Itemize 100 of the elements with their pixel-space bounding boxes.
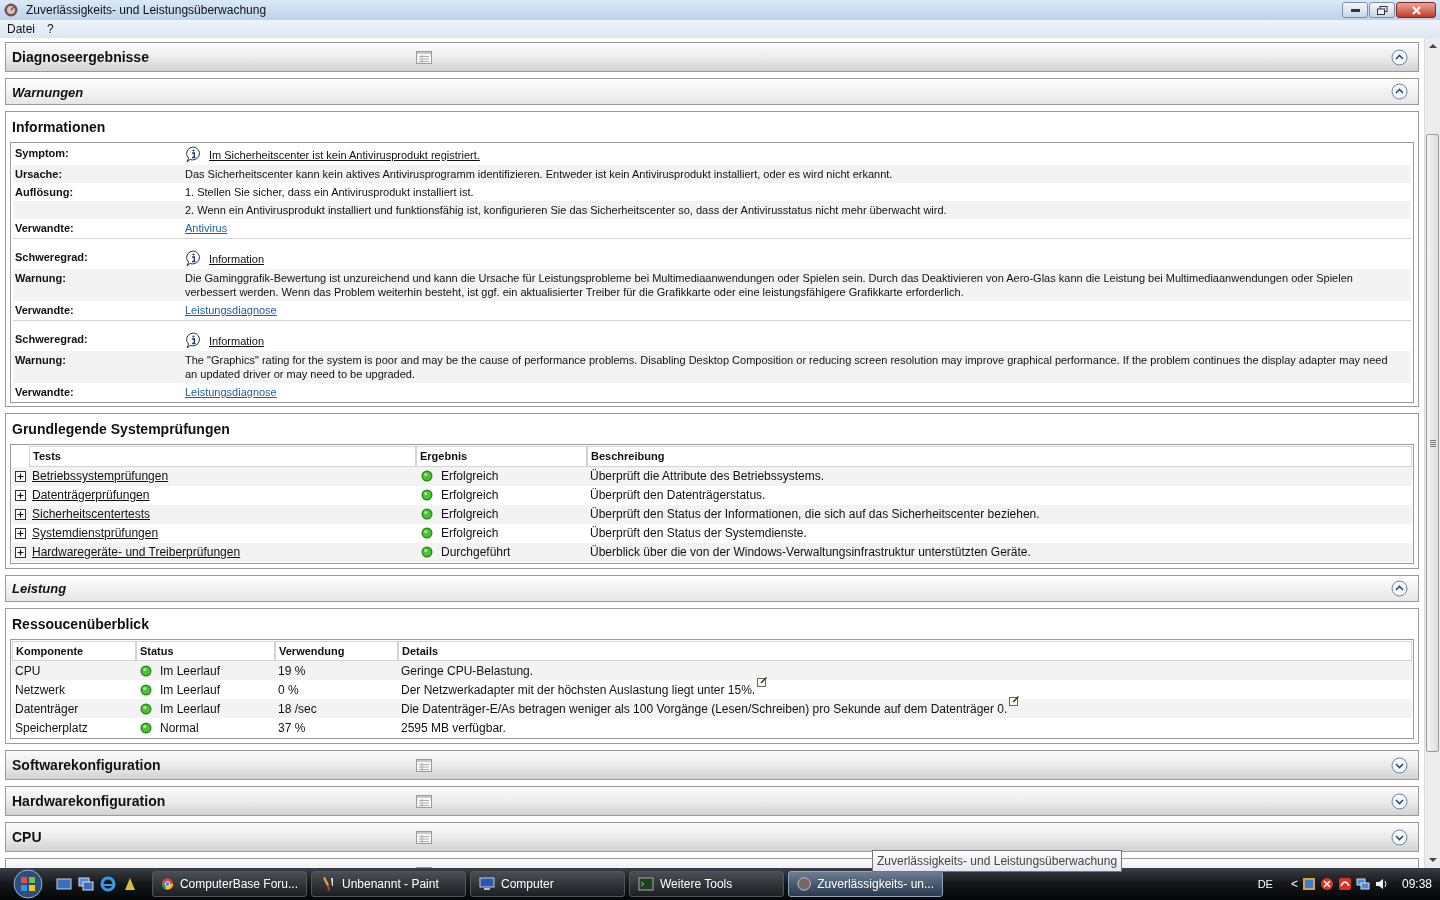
- taskbar-button[interactable]: Weitere Tools: [629, 871, 784, 897]
- status-dot-icon: [421, 508, 433, 520]
- panel-title: Ressoucenüberblick: [11, 614, 150, 634]
- status-dot-icon: [140, 664, 152, 677]
- scrollbar[interactable]: [1424, 38, 1440, 868]
- desktop-icon[interactable]: [56, 876, 72, 892]
- table-icon: [416, 830, 432, 844]
- symptom-link[interactable]: Information: [209, 333, 265, 348]
- expand-icon[interactable]: [15, 546, 26, 558]
- edit-note-icon[interactable]: [1009, 694, 1021, 706]
- maximize-button[interactable]: [1369, 2, 1395, 18]
- field-label: Ursache:: [15, 168, 63, 180]
- status-dot-icon: [421, 527, 433, 539]
- result-text: Erfolgreich: [441, 487, 499, 504]
- related-link[interactable]: Leistungsdiagnose: [185, 385, 277, 399]
- console-icon: [638, 876, 654, 892]
- test-link[interactable]: Systemdienstprüfungen: [32, 526, 159, 540]
- windows-switch-icon[interactable]: [78, 876, 94, 892]
- symptom-link[interactable]: Information: [209, 251, 265, 266]
- status-dot-icon: [421, 470, 433, 482]
- edit-note-icon[interactable]: [757, 675, 769, 687]
- section-title: Leistung: [12, 581, 67, 596]
- details-text: Geringe CPU-Belastung.: [401, 662, 534, 680]
- test-link[interactable]: Betriebssystemprüfungen: [32, 469, 169, 483]
- taskbar-button[interactable]: Unbenannt - Paint: [311, 871, 466, 897]
- status-dot-icon: [140, 683, 152, 696]
- test-link[interactable]: Sicherheitscentertests: [32, 507, 151, 521]
- minimize-icon: [1350, 8, 1360, 12]
- result-text: Erfolgreich: [441, 506, 499, 523]
- test-link[interactable]: Hardwaregeräte- und Treiberprüfungen: [32, 545, 241, 559]
- collapse-icon[interactable]: [1391, 579, 1408, 597]
- status-dot-icon: [421, 489, 433, 501]
- expand-icon[interactable]: [1391, 828, 1408, 846]
- info-icon: [185, 250, 202, 267]
- table-icon: [416, 758, 432, 772]
- restore-icon: [1376, 5, 1388, 15]
- description-text: Überprüft den Datenträgerstatus.: [590, 488, 766, 502]
- component-name: Speicherplatz: [15, 720, 88, 735]
- collapse-icon[interactable]: [1391, 83, 1408, 100]
- tray-expand-button[interactable]: <: [1290, 875, 1298, 893]
- menu-item[interactable]: Datei: [7, 20, 35, 38]
- related-link[interactable]: Leistungsdiagnose: [185, 303, 277, 317]
- details-text: Der Netzwerkadapter mit der höchsten Auslastung liegt unter 15%.: [401, 681, 756, 699]
- status-text: Normal: [160, 719, 199, 737]
- warning-icon[interactable]: [1319, 877, 1334, 891]
- result-text: Erfolgreich: [441, 468, 499, 485]
- section-header[interactable]: Diagnoseergebnisse: [5, 42, 1419, 72]
- section-title: Diagnoseergebnisse: [12, 49, 149, 65]
- launcher-icon[interactable]: [122, 876, 138, 892]
- taskbar-button[interactable]: Computer: [470, 871, 625, 897]
- info-icon: [185, 146, 202, 163]
- related-link[interactable]: Antivirus: [185, 221, 228, 235]
- field-value: Das Sicherheitscenter kann kein aktives Antivirusprogramm identifizieren. Entweder ist kein Antivirusprodukt installiert, oder es wird nicht erkannt.: [185, 167, 893, 181]
- section-header[interactable]: Softwarekonfiguration: [5, 750, 1419, 780]
- section-title: Warnungen: [12, 84, 84, 100]
- section-header[interactable]: CPU: [5, 822, 1419, 852]
- field-value: 1. Stellen Sie sicher, dass ein Antivirusprodukt installiert ist.: [185, 185, 474, 199]
- field-label: Auflösung:: [15, 186, 74, 198]
- usage-value: 37 %: [278, 720, 306, 735]
- expand-icon[interactable]: [15, 508, 26, 520]
- symptom-link[interactable]: Im Sicherheitscenter ist kein Antivirusprodukt registriert.: [209, 147, 480, 162]
- status-dot-icon: [140, 721, 152, 734]
- description-text: Überprüft den Status der Informationen, die sich auf das Sicherheitscenter beziehen.: [590, 507, 1040, 521]
- minimize-button[interactable]: [1342, 2, 1368, 18]
- section-header[interactable]: Leistung: [5, 574, 1419, 602]
- brush-icon: [320, 876, 336, 892]
- expand-icon[interactable]: [15, 470, 26, 482]
- expand-icon[interactable]: [1391, 756, 1408, 774]
- usage-value: 19 %: [278, 663, 306, 678]
- expand-icon[interactable]: [1391, 792, 1408, 810]
- field-label: Warnung:: [15, 272, 66, 284]
- expand-icon[interactable]: [15, 489, 26, 501]
- table-icon: [416, 50, 432, 64]
- details-text: 2595 MB verfügbar.: [401, 719, 506, 737]
- column-header: Ergebnis: [416, 446, 587, 467]
- usage-value: 18 /sec: [278, 701, 317, 716]
- component-name: Datenträger: [15, 701, 79, 716]
- status-dot-icon: [421, 546, 433, 558]
- taskbar-button[interactable]: ComputerBase Foru...: [152, 871, 307, 897]
- browser-icon[interactable]: [100, 876, 116, 892]
- test-link[interactable]: Datenträgerprüfungen: [32, 488, 150, 502]
- collapse-icon[interactable]: [1391, 48, 1408, 66]
- details-text: Die Datenträger-E/As betragen weniger als 100 Vorgänge (Lesen/Schreiben) pro Sekunde auf dem Datenträger 0.: [401, 700, 1008, 718]
- language-indicator[interactable]: DE: [1257, 875, 1273, 893]
- menu-item[interactable]: ?: [47, 20, 54, 38]
- expand-icon[interactable]: [15, 527, 26, 539]
- security-icon[interactable]: [1301, 877, 1316, 891]
- column-header: Details: [398, 640, 1412, 661]
- volume-icon[interactable]: [1373, 877, 1388, 891]
- network-icon[interactable]: [1355, 877, 1370, 891]
- umbrella-icon[interactable]: [1337, 877, 1352, 891]
- tooltip: Zuverlässigkeits- und Leistungsüberwachung: [872, 850, 1123, 872]
- section-header[interactable]: Hardwarekonfiguration: [5, 786, 1419, 816]
- clock[interactable]: 09:38: [1401, 875, 1432, 893]
- section-header[interactable]: Warnungen: [5, 78, 1419, 105]
- field-label: Verwandte:: [15, 222, 74, 234]
- taskbar-button[interactable]: Zuverlässigkeits- un...: [788, 871, 943, 897]
- gauge-icon: [797, 876, 812, 892]
- close-button[interactable]: [1396, 2, 1436, 18]
- scroll-thumb[interactable]: [1426, 134, 1439, 752]
